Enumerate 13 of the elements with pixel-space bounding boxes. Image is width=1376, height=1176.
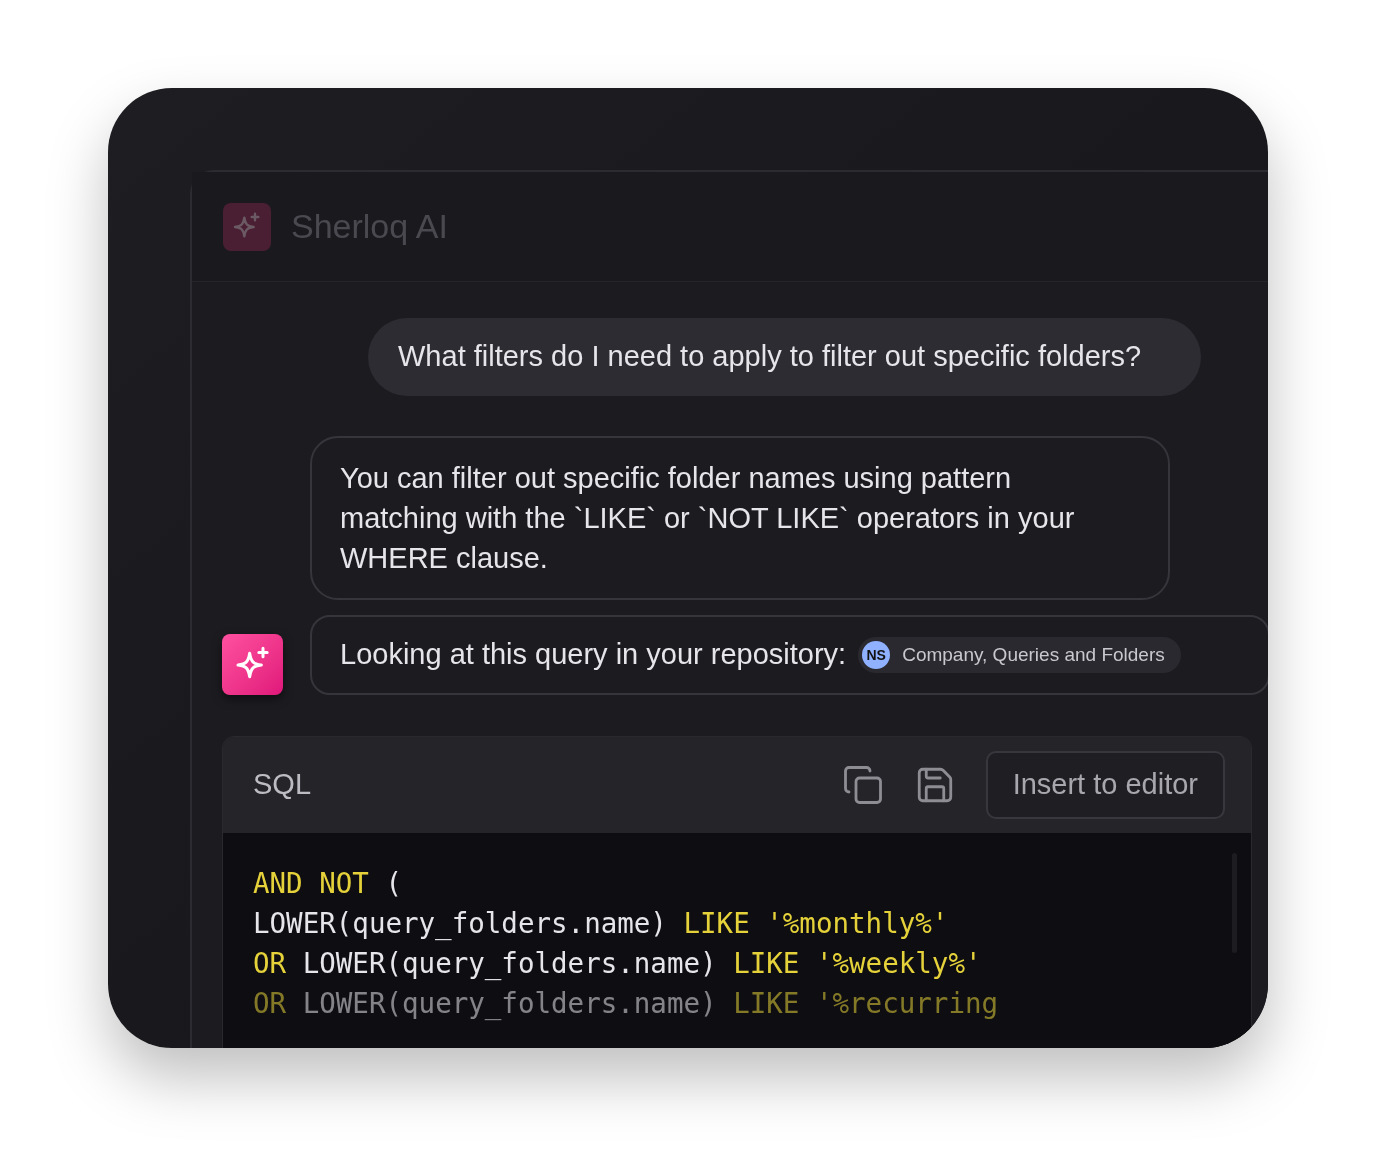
repository-chip[interactable]: NS Company, Queries and Folders [858,637,1181,673]
chip-label: Company, Queries and Folders [902,642,1165,667]
code-language: SQL [253,767,312,803]
message-text: Looking at this query in your repository: [340,637,847,673]
insert-button[interactable]: Insert to editor [985,751,1225,819]
code-line: OR LOWER(query_folders.name) LIKE '%recurring [253,986,999,1022]
user-message: What filters do I need to apply to filter out specific folders? [368,318,1202,396]
avatar-initials: NS [862,641,891,669]
code-line: OR LOWER(query_folders.name) LIKE '%weekly%' [253,946,982,982]
copy-icon[interactable] [841,764,884,806]
code-line: LOWER(query_folders.name) LIKE '%monthly%' [253,906,949,942]
code-line: AND NOT ( [253,866,403,901]
assistant-message: You can filter out specific folder names using pattern matching with the `LIKE` or `NOT LIKE` operators in your WHERE clause. [310,436,1170,600]
